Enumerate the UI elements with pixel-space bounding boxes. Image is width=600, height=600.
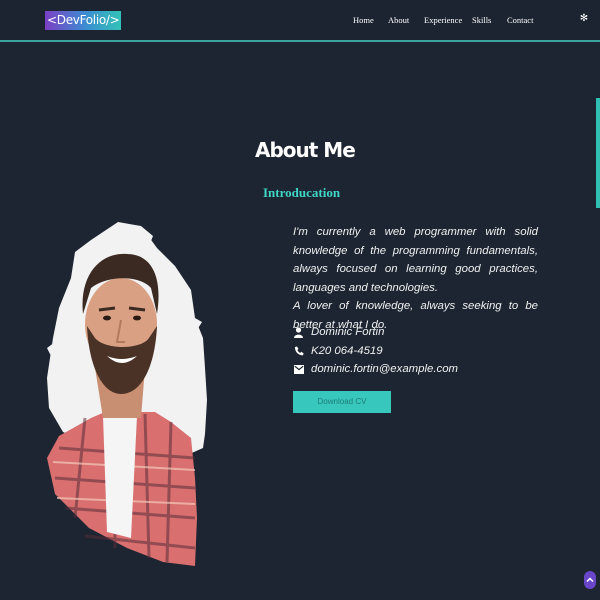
nav-contact[interactable]: Contact [507, 15, 533, 25]
scroll-indicator [596, 98, 600, 208]
contact-phone: K20 064-4519 [311, 345, 383, 357]
contact-email[interactable]: dominic.fortin@example.com [311, 363, 458, 375]
nav-home[interactable]: Home [353, 15, 374, 25]
person-icon [293, 326, 304, 338]
phone-icon [293, 345, 304, 357]
info-email: dominic.fortin@example.com [293, 361, 458, 377]
nav-about[interactable]: About [388, 15, 409, 25]
sun-icon[interactable]: ✻ [579, 13, 589, 25]
info-phone: K20 064-4519 [293, 343, 383, 359]
main-nav: Home About Experience Skills Contact [0, 15, 600, 29]
bio-paragraph: I'm currently a web programmer with soli… [293, 226, 538, 294]
section-title: About Me [255, 138, 356, 162]
scroll-top-button[interactable] [584, 571, 596, 589]
nav-skills[interactable]: Skills [472, 15, 491, 25]
bio-text: I'm currently a web programmer with soli… [293, 223, 538, 334]
nav-experience[interactable]: Experience [424, 15, 462, 25]
arrow-up-icon [586, 577, 594, 583]
section-subtitle: Introducation [263, 185, 341, 200]
mail-icon [293, 363, 304, 375]
site-header: <DevFolio/> Home About Experience Skills… [0, 0, 600, 42]
info-name: Dominic Fortin [293, 324, 384, 340]
contact-name: Dominic Fortin [311, 326, 385, 338]
profile-photo [47, 222, 207, 566]
download-cv-button[interactable]: Download CV [293, 391, 391, 413]
